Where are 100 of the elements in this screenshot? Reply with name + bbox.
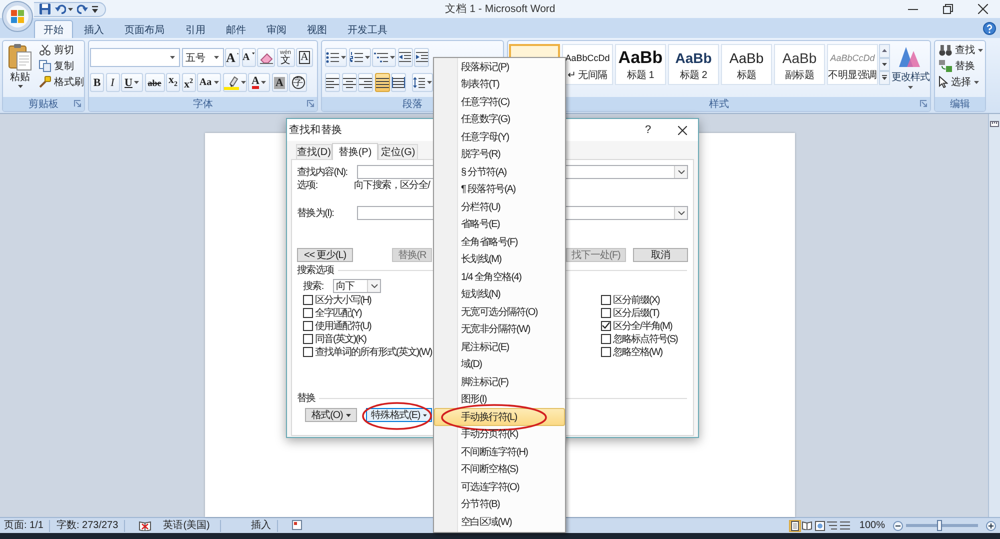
italic-button[interactable]: I — [106, 73, 120, 92]
outline-view-button[interactable] — [826, 520, 838, 532]
checkbox[interactable] — [303, 308, 313, 318]
grow-font-button[interactable]: A — [225, 48, 240, 67]
change-case-button[interactable]: Aa — [197, 73, 221, 92]
dialog-tab[interactable]: 定位(G) — [378, 144, 418, 159]
align-left-button[interactable] — [325, 73, 340, 92]
menu-item[interactable]: 手动分页符(K) — [434, 426, 565, 443]
menu-item[interactable]: 空白区域(W) — [434, 513, 565, 530]
menu-item[interactable]: 脚注标记(F) — [434, 373, 565, 390]
strikethrough-button[interactable]: abe — [144, 73, 164, 92]
menu-item[interactable]: 域(D) — [434, 356, 565, 373]
web-layout-button[interactable] — [814, 520, 826, 532]
dialog-button[interactable]: << 更少(L) — [297, 248, 353, 262]
ruler-toggle-button[interactable] — [989, 118, 1000, 130]
paste-button[interactable]: 粘贴 — [5, 42, 35, 97]
word-count[interactable]: 字数: 273/273 — [56, 520, 126, 532]
dialog-tab[interactable]: 替换(P) — [332, 143, 378, 160]
gallery-up-button[interactable] — [879, 44, 890, 58]
checkbox-label[interactable]: 区分全/半角(M) — [613, 318, 672, 332]
character-border-button[interactable]: A — [296, 48, 313, 67]
menu-item[interactable]: 制表符(T) — [434, 76, 565, 93]
office-button[interactable] — [2, 1, 33, 32]
menu-item[interactable]: 任意字母(Y) — [434, 128, 565, 146]
menu-item[interactable]: 可选连字符(O) — [434, 478, 565, 496]
help-button[interactable]: ? — [640, 122, 656, 138]
bold-button[interactable]: B — [90, 73, 104, 92]
help-button[interactable] — [983, 22, 996, 34]
menu-item[interactable]: 无宽非分隔符(W) — [434, 320, 565, 338]
checkbox[interactable] — [601, 346, 611, 356]
menu-item[interactable]: 任意数字(G) — [434, 110, 565, 128]
ribbon-tab[interactable]: 开发工具 — [338, 20, 398, 38]
menu-item[interactable]: 短划线(N) — [434, 286, 565, 303]
replace-button[interactable]: 替换 — [939, 58, 985, 74]
checkbox-label[interactable]: 忽略标点符号(S) — [613, 332, 678, 346]
proofing-button[interactable] — [139, 520, 152, 531]
align-right-button[interactable] — [358, 73, 373, 92]
menu-item[interactable]: 分栏符(U) — [434, 198, 565, 216]
gallery-more-button[interactable] — [879, 71, 890, 85]
checkbox-label[interactable]: 同音(英文)(K) — [315, 332, 366, 346]
underline-button[interactable]: U — [121, 73, 143, 92]
ribbon-tab[interactable]: 引用 — [176, 20, 215, 38]
search-direction-dropdown[interactable]: 向下 — [333, 279, 381, 293]
highlight-button[interactable] — [222, 73, 246, 92]
enclose-characters-button[interactable]: 字 — [289, 73, 307, 92]
insert-mode-indicator[interactable]: 插入 — [250, 520, 278, 532]
ribbon-tab[interactable]: 审阅 — [256, 20, 296, 38]
menu-item[interactable]: 任意字符(C) — [434, 93, 565, 110]
checkbox-label[interactable]: 区分大小写(H) — [315, 292, 371, 306]
zoom-in-button[interactable] — [986, 520, 996, 530]
style-thumbnail[interactable]: AaBb 标题 — [721, 44, 772, 85]
dialog-launcher-button[interactable] — [920, 100, 927, 107]
format-painter-button[interactable]: 格式刷 — [39, 74, 84, 90]
menu-item[interactable]: 1/4 全角空格(4) — [434, 268, 565, 286]
style-thumbnail[interactable]: AaBb 副标题 — [774, 44, 825, 85]
reading-view-button[interactable] — [801, 520, 814, 532]
change-styles-button[interactable]: 更改样式 — [890, 44, 930, 97]
bullets-button[interactable] — [325, 48, 347, 67]
draft-view-button[interactable] — [838, 520, 851, 532]
character-shading-button[interactable]: A — [272, 73, 288, 92]
increase-indent-button[interactable] — [414, 48, 429, 67]
cut-button[interactable]: 剪切 — [39, 42, 84, 58]
checkbox-label[interactable]: 区分前缀(X) — [613, 292, 660, 306]
print-layout-button[interactable] — [788, 520, 801, 532]
superscript-button[interactable]: x$^{2}$ — [182, 73, 196, 92]
copy-button[interactable]: 复制 — [39, 58, 84, 74]
menu-item[interactable]: 脱字号(R) — [434, 146, 565, 163]
redo-button[interactable] — [77, 2, 88, 16]
menu-item[interactable]: 图形(I) — [434, 390, 565, 408]
checkbox[interactable] — [601, 308, 611, 318]
page-count[interactable]: 页面: 1/1 — [4, 520, 50, 532]
menu-item[interactable]: 段落标记(P) — [434, 58, 565, 76]
checkbox-label[interactable]: 区分后缀(T) — [613, 306, 659, 320]
style-thumbnail[interactable]: AaBbCcDd ↵ 无间隔 — [562, 44, 613, 85]
ribbon-tab[interactable]: 视图 — [298, 20, 337, 38]
style-thumbnail[interactable]: AaBb 标题 1 — [615, 44, 666, 85]
justify-button[interactable] — [374, 73, 390, 92]
font-name-field[interactable] — [90, 48, 180, 67]
checkbox-label[interactable]: 查找单词的所有形式(英文)(W) — [315, 344, 432, 358]
checkbox-label[interactable]: 忽略空格(W) — [613, 344, 662, 358]
menu-item[interactable]: 省略号(E) — [434, 216, 565, 233]
zoom-out-button[interactable] — [893, 520, 903, 530]
find-button[interactable]: 查找 — [939, 42, 985, 58]
line-spacing-button[interactable] — [412, 73, 432, 92]
shrink-font-button[interactable]: A — [242, 48, 256, 67]
undo-button[interactable] — [55, 2, 73, 16]
save-button[interactable] — [39, 2, 51, 16]
ribbon-tab[interactable]: 插入 — [74, 20, 114, 38]
menu-item[interactable]: 分节符(B) — [434, 496, 565, 513]
menu-item[interactable]: 全角省略号(F) — [434, 233, 565, 250]
dialog-launcher-button[interactable] — [307, 100, 314, 107]
dropdown-button[interactable]: 格式(O) — [305, 408, 357, 422]
dialog-tab[interactable]: 查找(D) — [296, 144, 332, 159]
dropdown-button[interactable]: 特殊格式(E) — [366, 408, 432, 422]
menu-item[interactable]: 尾注标记(E) — [434, 338, 565, 356]
font-size-field[interactable]: 五号 — [182, 48, 224, 67]
style-thumbnail[interactable]: AaBb 标题 2 — [668, 44, 719, 85]
menu-item[interactable]: 不间断连字符(H) — [434, 443, 565, 460]
checkbox[interactable] — [303, 334, 313, 344]
menu-item[interactable]: § 分节符(A) — [434, 163, 565, 180]
